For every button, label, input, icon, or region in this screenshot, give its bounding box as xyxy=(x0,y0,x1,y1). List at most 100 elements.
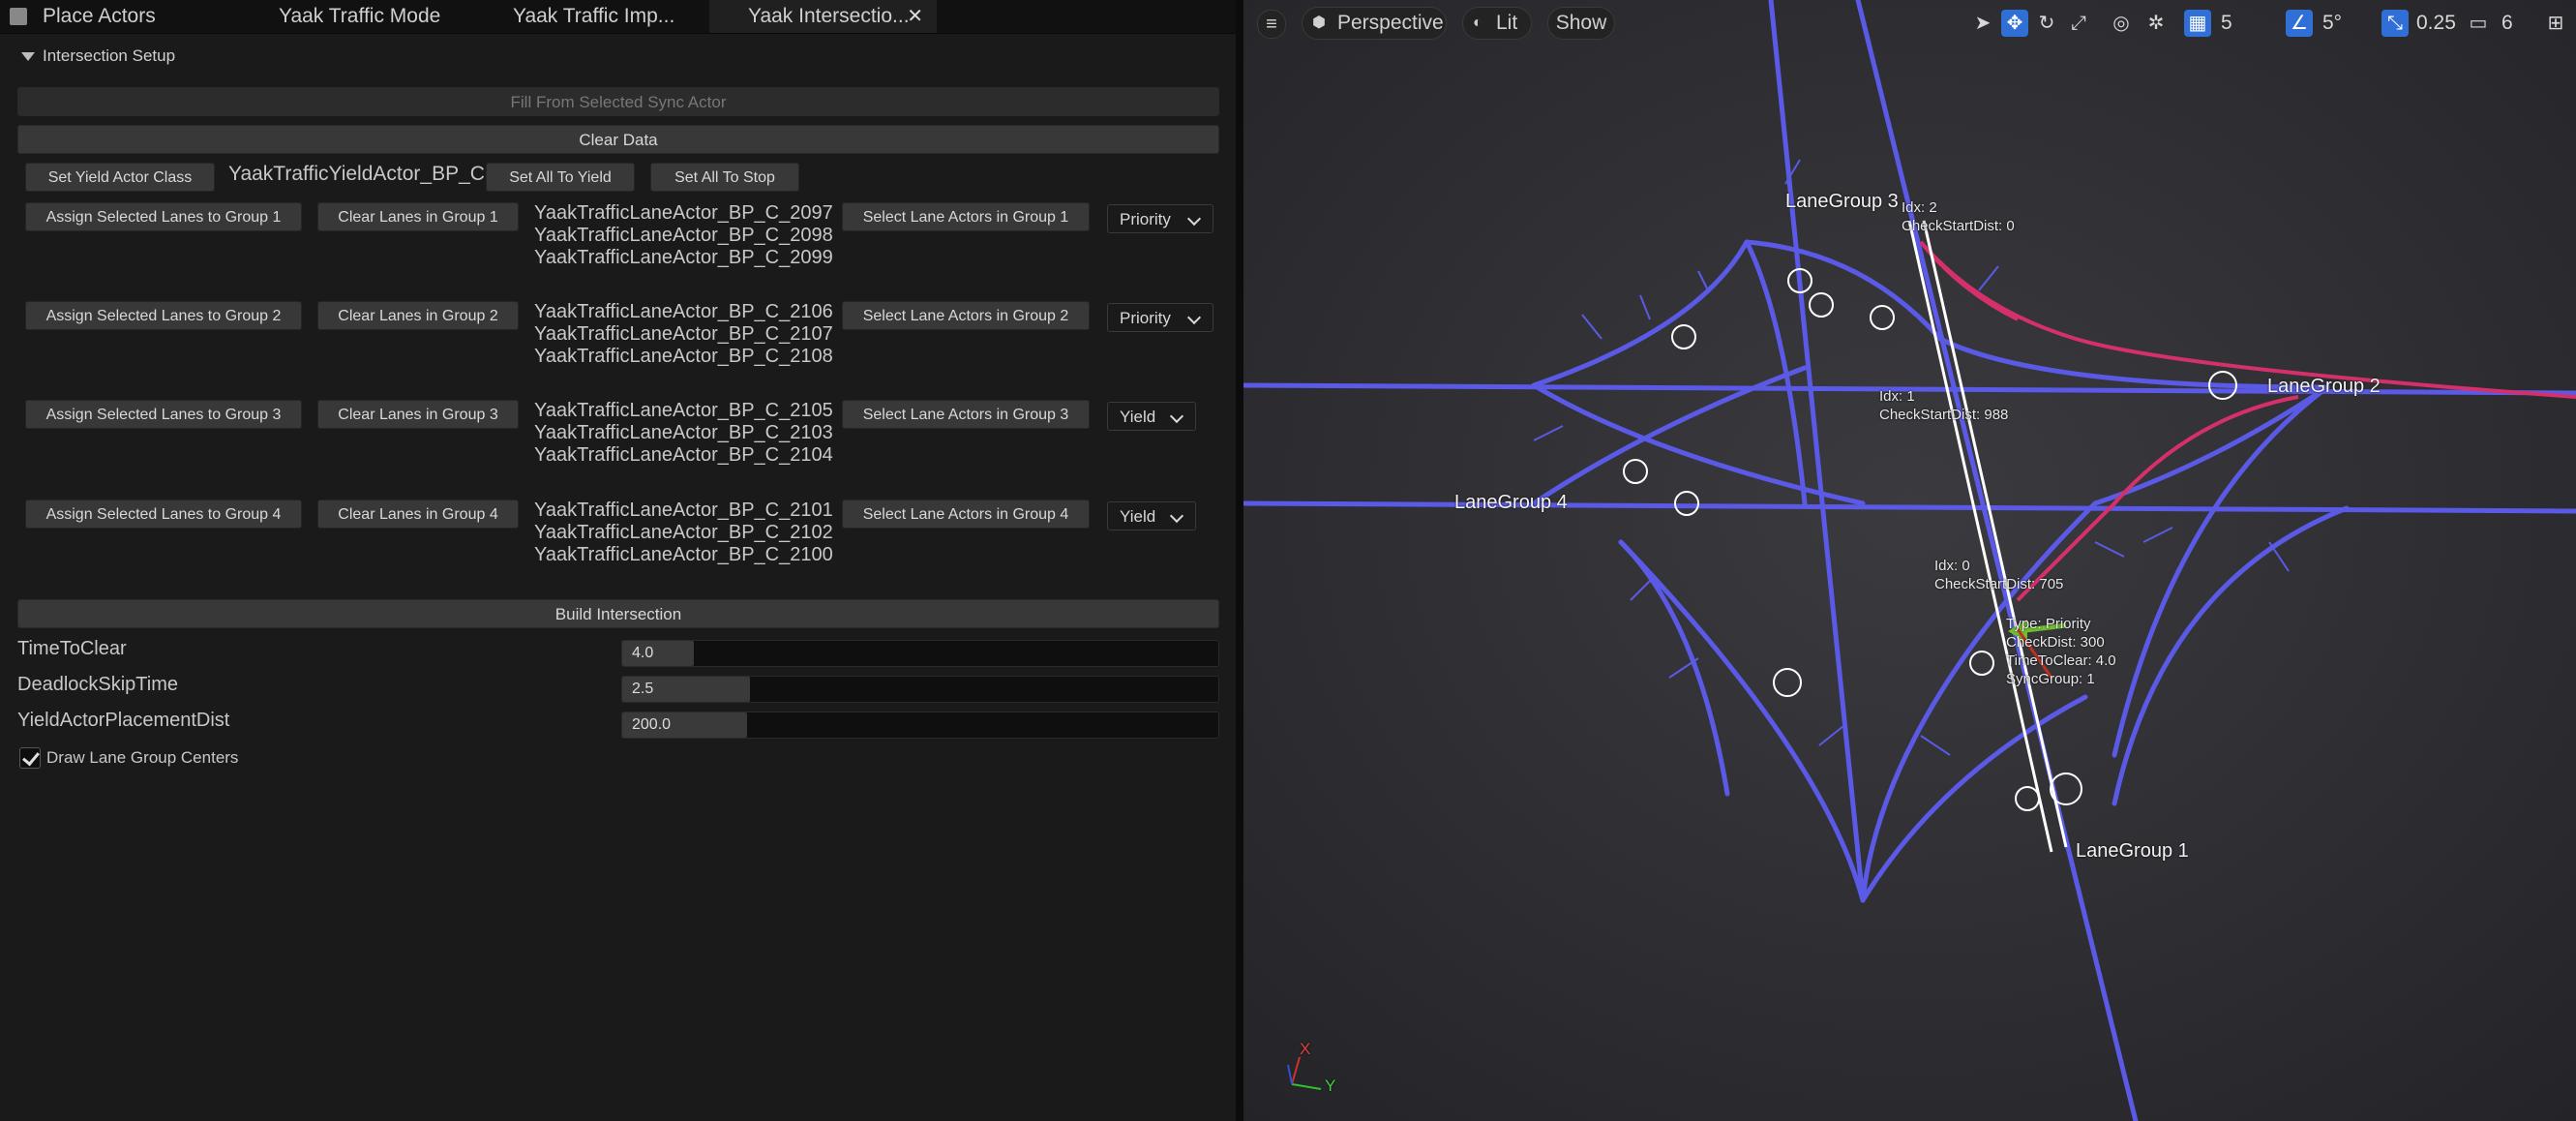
lane-name: YaakTrafficLaneActor_BP_C_2108 xyxy=(534,346,833,367)
time-to-clear-field[interactable]: 4.0 xyxy=(621,640,1219,667)
axis-x-label: X xyxy=(1300,1040,1311,1058)
world-space-icon[interactable]: ◎ xyxy=(2108,10,2135,37)
lane-list-group-2: YaakTrafficLaneActor_BP_C_2106 YaakTraff… xyxy=(534,301,833,368)
place-actors-icon xyxy=(10,8,27,25)
tab-yaak-traffic-mode[interactable]: Yaak Traffic Mode xyxy=(261,0,455,33)
select-lanes-group-1-button[interactable]: Select Lane Actors in Group 1 xyxy=(842,202,1090,231)
ground-plane xyxy=(1243,0,2576,1121)
move-tool-icon[interactable]: ✥ xyxy=(2001,10,2028,37)
cube-icon: ⬢ xyxy=(1312,15,1326,31)
viewport-scene[interactable] xyxy=(1243,0,2576,1121)
collapse-arrow-icon[interactable] xyxy=(21,52,35,61)
select-lanes-group-4-button[interactable]: Select Lane Actors in Group 4 xyxy=(842,500,1090,529)
tab-yaak-intersection[interactable]: Yaak Intersectio... ✕ xyxy=(709,0,937,33)
clear-data-button[interactable]: Clear Data xyxy=(17,125,1219,154)
build-intersection-button[interactable]: Build Intersection xyxy=(17,599,1219,628)
select-lanes-group-3-button[interactable]: Select Lane Actors in Group 3 xyxy=(842,400,1090,429)
yield-actor-placement-dist-label: YieldActorPlacementDist xyxy=(17,710,230,731)
tab-label: Place Actors xyxy=(43,5,156,27)
lane-name: YaakTrafficLaneActor_BP_C_2100 xyxy=(534,544,833,565)
section-title: Intersection Setup xyxy=(43,46,176,65)
panel-splitter[interactable] xyxy=(1236,0,1243,1121)
intersection-tool-panel: Place Actors Yaak Traffic Mode Yaak Traf… xyxy=(0,0,1236,1121)
lane-name: YaakTrafficLaneActor_BP_C_2105 xyxy=(534,400,833,421)
select-lanes-group-2-button[interactable]: Select Lane Actors in Group 2 xyxy=(842,301,1090,330)
lane-name: YaakTrafficLaneActor_BP_C_2106 xyxy=(534,301,833,322)
deadlock-skip-time-field[interactable]: 2.5 xyxy=(621,676,1219,703)
lit-label: Lit xyxy=(1496,12,1518,34)
chevron-down-icon xyxy=(1186,310,1202,325)
assign-lanes-group-3-button[interactable]: Assign Selected Lanes to Group 3 xyxy=(25,400,302,429)
chevron-down-icon xyxy=(1169,409,1184,424)
lane-group-3-label: LaneGroup 3 xyxy=(1785,191,1899,212)
close-icon[interactable]: ✕ xyxy=(907,0,923,33)
sync-actor-annotation: Type: Priority CheckDist: 300 TimeToClea… xyxy=(2006,616,2116,687)
group-2-type-dropdown[interactable]: Priority xyxy=(1107,303,1213,332)
lit-menu[interactable]: ◐ Lit xyxy=(1462,7,1532,40)
level-viewport[interactable]: ≡ ⬢ Perspective ◐ Lit Show ➤ ✥ ↻ ⤢ ◎ ✲ ▦… xyxy=(1243,0,2576,1121)
fill-from-sync-actor-button[interactable]: Fill From Selected Sync Actor xyxy=(17,87,1219,116)
dropdown-value: Priority xyxy=(1120,210,1171,228)
lane-group-1-label: LaneGroup 1 xyxy=(2076,840,2189,862)
yield-actor-placement-dist-field[interactable]: 200.0 xyxy=(621,712,1219,739)
tab-bar: Place Actors Yaak Traffic Mode Yaak Traf… xyxy=(0,0,1236,34)
tab-yaak-traffic-imp[interactable]: Yaak Traffic Imp... xyxy=(494,0,697,33)
draw-lane-group-centers-label: Draw Lane Group Centers xyxy=(46,748,239,767)
select-tool-icon[interactable]: ➤ xyxy=(1969,10,1996,37)
group-4-type-dropdown[interactable]: Yield xyxy=(1107,501,1196,530)
set-yield-actor-class-button[interactable]: Set Yield Actor Class xyxy=(25,163,215,192)
dropdown-value: Yield xyxy=(1120,408,1156,426)
chevron-down-icon xyxy=(1169,508,1184,524)
clear-lanes-group-4-button[interactable]: Clear Lanes in Group 4 xyxy=(317,500,519,529)
lane-list-group-3: YaakTrafficLaneActor_BP_C_2105 YaakTraff… xyxy=(534,400,833,467)
surface-snap-icon[interactable]: ✲ xyxy=(2142,10,2170,37)
tab-label: Yaak Traffic Imp... xyxy=(513,5,675,27)
group-1-type-dropdown[interactable]: Priority xyxy=(1107,204,1213,233)
section-intersection-setup[interactable]: Intersection Setup xyxy=(0,41,1236,74)
hamburger-menu-icon[interactable]: ≡ xyxy=(1257,10,1286,39)
perspective-menu[interactable]: ⬢ Perspective xyxy=(1302,7,1447,40)
clear-lanes-group-2-button[interactable]: Clear Lanes in Group 2 xyxy=(317,301,519,330)
scale-snap-value[interactable]: 0.25 xyxy=(2416,10,2456,37)
yield-actor-class-value: YaakTrafficYieldActor_BP_C xyxy=(228,163,485,185)
field-value: 200.0 xyxy=(632,716,672,733)
grid-snap-value[interactable]: 5 xyxy=(2221,10,2232,37)
lane-name: YaakTrafficLaneActor_BP_C_2097 xyxy=(534,202,833,224)
scale-tool-icon[interactable]: ⤢ xyxy=(2065,10,2092,37)
rotate-tool-icon[interactable]: ↻ xyxy=(2033,10,2060,37)
angle-snap-icon[interactable]: ∠ xyxy=(2286,10,2313,37)
tab-label: Yaak Traffic Mode xyxy=(279,5,441,27)
assign-lanes-group-1-button[interactable]: Assign Selected Lanes to Group 1 xyxy=(25,202,302,231)
camera-speed-value[interactable]: 6 xyxy=(2501,10,2513,37)
draw-lane-group-centers-checkbox[interactable] xyxy=(19,747,41,769)
assign-lanes-group-4-button[interactable]: Assign Selected Lanes to Group 4 xyxy=(25,500,302,529)
sphere-icon: ◐ xyxy=(1473,15,1483,31)
show-menu[interactable]: Show xyxy=(1547,7,1615,40)
axis-y-label: Y xyxy=(1325,1076,1336,1095)
perspective-label: Perspective xyxy=(1337,12,1444,34)
assign-lanes-group-2-button[interactable]: Assign Selected Lanes to Group 2 xyxy=(25,301,302,330)
lane-name: YaakTrafficLaneActor_BP_C_2103 xyxy=(534,422,833,443)
viewport-layout-icon[interactable]: ⊞ xyxy=(2542,10,2569,37)
checkmark-icon xyxy=(22,747,40,767)
dropdown-value: Priority xyxy=(1120,309,1171,327)
clear-lanes-group-3-button[interactable]: Clear Lanes in Group 3 xyxy=(317,400,519,429)
tab-label: Yaak Intersectio... xyxy=(748,5,910,27)
tab-place-actors[interactable]: Place Actors xyxy=(0,0,261,33)
camera-speed-icon[interactable]: ▭ xyxy=(2465,10,2492,37)
set-all-to-yield-button[interactable]: Set All To Yield xyxy=(486,163,635,192)
lane-idx-1-annotation: Idx: 1 CheckStartDist: 988 xyxy=(1879,388,2009,423)
dropdown-value: Yield xyxy=(1120,507,1156,526)
clear-lanes-group-1-button[interactable]: Clear Lanes in Group 1 xyxy=(317,202,519,231)
angle-snap-value[interactable]: 5° xyxy=(2322,10,2342,37)
lane-name: YaakTrafficLaneActor_BP_C_2107 xyxy=(534,323,833,345)
lane-group-2-label: LaneGroup 2 xyxy=(2267,376,2381,397)
set-all-to-stop-button[interactable]: Set All To Stop xyxy=(650,163,799,192)
scale-snap-icon[interactable]: ⤡ xyxy=(2381,10,2409,37)
group-3-type-dropdown[interactable]: Yield xyxy=(1107,402,1196,431)
lane-name: YaakTrafficLaneActor_BP_C_2098 xyxy=(534,225,833,246)
time-to-clear-label: TimeToClear xyxy=(17,638,127,659)
lane-idx-2-annotation: Idx: 2 CheckStartDist: 0 xyxy=(1902,199,2015,234)
grid-snap-icon[interactable]: ▦ xyxy=(2184,10,2211,37)
field-value: 2.5 xyxy=(632,681,654,697)
